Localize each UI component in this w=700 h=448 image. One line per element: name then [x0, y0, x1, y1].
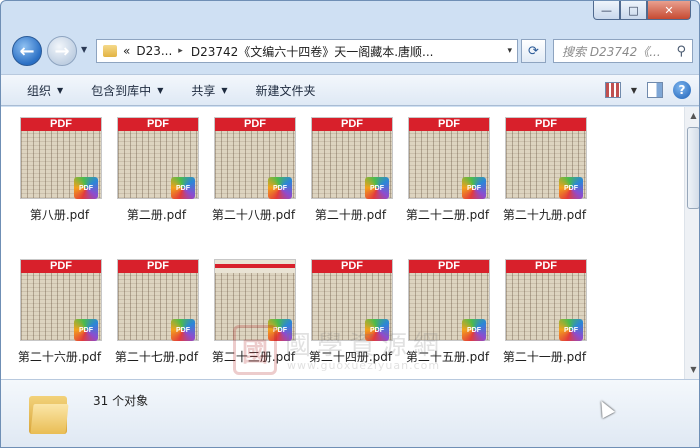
- file-name: 第二十册.pdf: [314, 208, 387, 222]
- folder-icon: [103, 45, 117, 57]
- pdf-app-icon: PDF: [268, 177, 292, 199]
- file-name: 第二十八册.pdf: [211, 208, 296, 222]
- arrow-right-icon: →: [54, 40, 70, 62]
- pdf-header-label: PDF: [312, 260, 392, 273]
- file-name: 第二十一册.pdf: [502, 350, 587, 364]
- organize-menu[interactable]: 组织 ▼: [1, 74, 77, 106]
- pdf-header-label: PDF: [215, 264, 295, 268]
- organize-label: 组织: [27, 83, 52, 98]
- file-item[interactable]: PDF PDF 第二册.pdf: [108, 115, 205, 235]
- recent-pages-dropdown[interactable]: ▼: [81, 45, 91, 55]
- window-controls: — □ ✕: [593, 1, 691, 20]
- preview-pane-icon[interactable]: [647, 82, 663, 98]
- include-label: 包含到库中: [91, 83, 152, 98]
- view-controls: ▼ ?: [604, 81, 691, 99]
- file-name: 第二十六册.pdf: [17, 350, 102, 364]
- new-folder-button[interactable]: 新建文件夹: [242, 74, 330, 106]
- file-item[interactable]: PDF PDF 第二十九册.pdf: [496, 115, 593, 235]
- scroll-down-icon[interactable]: ▼: [687, 363, 699, 377]
- file-item[interactable]: PDF PDF 第二十册.pdf: [302, 115, 399, 235]
- file-list-area[interactable]: PDF PDF 第八册.pdf PDF PDF 第二册.pdf PDF PDF 第二十八册.pd…: [1, 107, 699, 380]
- pdf-app-icon: PDF: [559, 177, 583, 199]
- details-pane: 31 个对象: [1, 379, 699, 447]
- navigation-bar: ← → ▼ « D23... ▸ D23742《文编六十四卷》天一阁藏本.唐顺.…: [1, 29, 699, 73]
- include-in-library-menu[interactable]: 包含到库中 ▼: [77, 74, 177, 106]
- search-input[interactable]: 搜索 D23742《... ⚲: [553, 39, 693, 63]
- file-name: 第二册.pdf: [126, 208, 187, 222]
- pdf-header-label: PDF: [506, 118, 586, 131]
- watermark-url: www.guoxueziyuan.com: [287, 359, 441, 372]
- maximize-button[interactable]: □: [620, 1, 647, 20]
- pdf-header-label: PDF: [118, 260, 198, 273]
- watermark-text: 國學資源網: [285, 331, 446, 361]
- close-button[interactable]: ✕: [647, 1, 691, 20]
- file-item[interactable]: PDF PDF 第八册.pdf: [11, 115, 108, 235]
- vertical-scrollbar[interactable]: ▲ ▼: [684, 107, 699, 379]
- file-name: 第二十七册.pdf: [114, 350, 199, 364]
- pdf-app-icon: PDF: [365, 177, 389, 199]
- address-bar[interactable]: « D23... ▸ D23742《文编六十四卷》天一阁藏本.唐顺... ▾: [96, 39, 518, 63]
- breadcrumb-separator-icon[interactable]: ▸: [178, 46, 183, 56]
- file-name: 第二十二册.pdf: [405, 208, 490, 222]
- address-dropdown-icon[interactable]: ▾: [507, 46, 512, 56]
- scroll-thumb[interactable]: [687, 127, 699, 209]
- watermark: 國 國學資源網 www.guoxueziyuan.com: [233, 325, 463, 380]
- chevron-down-icon: ▼: [221, 85, 228, 95]
- breadcrumb-segment-parent[interactable]: D23...: [136, 44, 172, 58]
- pdf-header-label: PDF: [506, 260, 586, 273]
- minimize-button[interactable]: —: [593, 1, 620, 20]
- view-options-dropdown[interactable]: ▼: [631, 86, 637, 95]
- arrow-left-icon: ←: [19, 40, 35, 62]
- search-icon[interactable]: ⚲: [676, 44, 686, 59]
- refresh-button[interactable]: ⟳: [521, 39, 546, 63]
- pdf-header-label: PDF: [21, 118, 101, 131]
- change-view-icon[interactable]: [604, 82, 621, 98]
- folder-icon: [29, 390, 69, 434]
- new-folder-label: 新建文件夹: [255, 83, 316, 98]
- pdf-header-label: PDF: [312, 118, 392, 131]
- back-button[interactable]: ←: [12, 36, 42, 66]
- pdf-header-label: PDF: [118, 118, 198, 131]
- pdf-app-icon: PDF: [171, 319, 195, 341]
- pdf-app-icon: PDF: [559, 319, 583, 341]
- file-item[interactable]: PDF PDF 第二十六册.pdf: [11, 257, 108, 377]
- share-menu[interactable]: 共享 ▼: [177, 74, 241, 106]
- pdf-header-label: PDF: [409, 260, 489, 273]
- watermark-seal-icon: 國: [233, 325, 277, 375]
- object-count: 31 个对象: [93, 394, 149, 408]
- pdf-app-icon: PDF: [74, 177, 98, 199]
- pdf-app-icon: PDF: [74, 319, 98, 341]
- pdf-header-label: PDF: [21, 260, 101, 273]
- forward-button[interactable]: →: [47, 36, 77, 66]
- file-name: 第八册.pdf: [29, 208, 90, 222]
- file-name: 第二十九册.pdf: [502, 208, 587, 222]
- file-item[interactable]: PDF PDF 第二十七册.pdf: [108, 257, 205, 377]
- file-item[interactable]: PDF PDF 第二十二册.pdf: [399, 115, 496, 235]
- chevron-down-icon: ▼: [57, 85, 64, 95]
- search-placeholder: 搜索 D23742《...: [562, 44, 661, 59]
- help-icon[interactable]: ?: [673, 81, 691, 99]
- scroll-up-icon[interactable]: ▲: [687, 109, 699, 123]
- chevron-down-icon: ▼: [157, 85, 164, 95]
- file-item[interactable]: PDF PDF 第二十一册.pdf: [496, 257, 593, 377]
- pdf-app-icon: PDF: [462, 177, 486, 199]
- share-label: 共享: [191, 83, 216, 98]
- breadcrumb-segment-current[interactable]: D23742《文编六十四卷》天一阁藏本.唐顺...: [191, 43, 434, 60]
- pdf-app-icon: PDF: [462, 319, 486, 341]
- pdf-header-label: PDF: [215, 118, 295, 131]
- command-bar: 组织 ▼ 包含到库中 ▼ 共享 ▼ 新建文件夹 ▼ ?: [1, 74, 699, 106]
- file-item[interactable]: PDF PDF 第二十八册.pdf: [205, 115, 302, 235]
- refresh-icon: ⟳: [528, 43, 539, 59]
- pdf-header-label: PDF: [409, 118, 489, 131]
- explorer-window: — □ ✕ ← → ▼ « D23... ▸ D23742《文编六十四卷》天一阁…: [0, 0, 700, 448]
- address-overflow-chevron[interactable]: «: [123, 44, 130, 58]
- pdf-app-icon: PDF: [171, 177, 195, 199]
